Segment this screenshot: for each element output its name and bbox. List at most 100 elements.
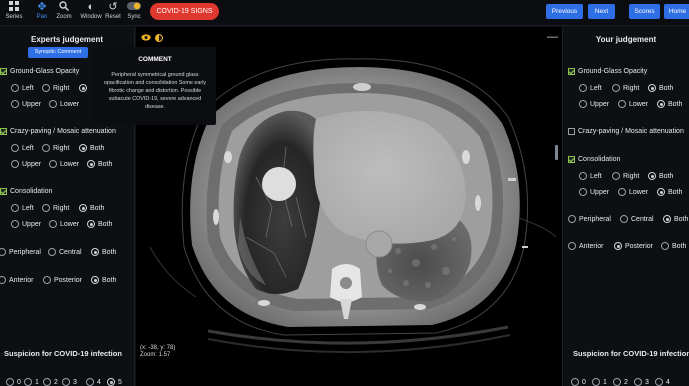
r-ap-both-radio[interactable]: Both (661, 242, 686, 250)
r-consol-right-radio[interactable]: Right (612, 172, 639, 180)
consolidation-checkbox[interactable]: Consolidation (0, 188, 52, 195)
consol-right-radio[interactable]: Right (42, 204, 69, 212)
r-score-2-radio[interactable]: 2 (613, 378, 628, 386)
r-posterior-radio[interactable]: Posterior (614, 242, 653, 250)
checkbox-checked-icon (0, 68, 7, 75)
posterior-radio[interactable]: Posterior (43, 276, 82, 284)
radio-empty-icon (579, 172, 587, 180)
radio-label: Left (22, 144, 34, 152)
r-central-radio[interactable]: Central (620, 215, 654, 223)
consol-both-radio[interactable]: Both (79, 204, 104, 212)
score-2-radio[interactable]: 2 (43, 378, 58, 386)
r-ggo-both2-radio[interactable]: Both (657, 100, 682, 108)
crazy-both-radio[interactable]: Both (79, 144, 104, 152)
consol-lower-radio[interactable]: Lower (49, 220, 79, 228)
radio-label: 4 (666, 378, 670, 386)
minimize-icon[interactable]: — (547, 31, 558, 43)
contrast-icon[interactable] (155, 34, 163, 42)
zoom-text: Zoom: 1.57 (140, 352, 171, 358)
r-ggo-both-radio[interactable]: Both (648, 84, 673, 92)
toggle-icon (122, 1, 146, 14)
consol-left-radio[interactable]: Left (11, 204, 34, 212)
r-score-3-radio[interactable]: 3 (634, 378, 649, 386)
r-consol-lower-radio[interactable]: Lower (618, 188, 648, 196)
consol-upper-radio[interactable]: Upper (11, 220, 41, 228)
r-ggo-right-radio[interactable]: Right (612, 84, 639, 92)
radio-label: Right (53, 84, 70, 92)
r-score-0-radio[interactable]: 0 (571, 378, 586, 386)
r-crazy-checkbox[interactable]: Crazy-paving / Mosaic attenuation (568, 128, 684, 135)
ap-both-radio[interactable]: Both (91, 276, 116, 284)
crazy-lower-radio[interactable]: Lower (49, 160, 79, 168)
radio-label: Upper (22, 220, 42, 228)
crazy-paving-label: Crazy-paving / Mosaic attenuation (10, 128, 116, 135)
crazy-upper-radio[interactable]: Upper (11, 160, 41, 168)
radio-label: 3 (73, 378, 77, 386)
radio-empty-icon (43, 378, 51, 386)
ggo-checkbox[interactable]: Ground-Glass Opacity (0, 68, 79, 75)
zoom-tool[interactable]: Zoom (52, 1, 76, 25)
ggo-right-radio[interactable]: Right (42, 84, 69, 92)
r-peripheral-radio[interactable]: Peripheral (568, 215, 611, 223)
r-ggo-lower-radio[interactable]: Lower (618, 100, 648, 108)
ggo-upper-radio[interactable]: Upper (11, 100, 41, 108)
r-consolidation-label: Consolidation (578, 156, 621, 163)
radio-label: Peripheral (579, 215, 611, 223)
zoom-label: Zoom (56, 14, 72, 20)
ggo-left-radio[interactable]: Left (11, 84, 34, 92)
crazy-left-radio[interactable]: Left (11, 144, 34, 152)
radio-empty-icon (620, 215, 628, 223)
suspicion-label: Suspicion for COVID-19 infection (4, 349, 122, 358)
radio-selected-icon (648, 84, 656, 92)
comment-popup: COMMENT Peripheral symmetrical ground gl… (94, 47, 216, 125)
pan-tool[interactable]: ✥ Pan (30, 1, 54, 25)
crazy-both2-radio[interactable]: Both (87, 160, 112, 168)
r-consol-both2-radio[interactable]: Both (657, 188, 682, 196)
scores-button[interactable]: Scores (629, 4, 660, 19)
sync-tool[interactable]: Sync (122, 1, 146, 25)
r-ggo-left-radio[interactable]: Left (579, 84, 602, 92)
radio-empty-icon (11, 100, 19, 108)
anterior-radio[interactable]: Anterior (0, 276, 34, 284)
radio-label: Both (98, 160, 113, 168)
r-consol-both-radio[interactable]: Both (648, 172, 673, 180)
radio-selected-icon (663, 215, 671, 223)
r-consolidation-checkbox[interactable]: Consolidation (568, 156, 620, 163)
ggo-lower-radio[interactable]: Lower (49, 100, 79, 108)
central-radio[interactable]: Central (48, 248, 82, 256)
score-1-radio[interactable]: 1 (24, 378, 39, 386)
score-0-radio[interactable]: 0 (6, 378, 21, 386)
radio-label: 4 (97, 378, 101, 386)
grid-icon (2, 1, 26, 14)
r-anterior-radio[interactable]: Anterior (568, 242, 604, 250)
crazy-right-radio[interactable]: Right (42, 144, 69, 152)
radio-selected-icon (657, 188, 665, 196)
r-ggo-upper-radio[interactable]: Upper (579, 100, 609, 108)
r-consol-left-radio[interactable]: Left (579, 172, 602, 180)
score-5-radio[interactable]: 5 (107, 378, 122, 386)
synoptic-comment-button[interactable]: Synoptic Comment (28, 47, 88, 58)
score-3-radio[interactable]: 3 (62, 378, 77, 386)
consol-both2-radio[interactable]: Both (87, 220, 112, 228)
home-button[interactable]: Home (664, 4, 689, 19)
r-consol-upper-radio[interactable]: Upper (579, 188, 609, 196)
covid-signs-button[interactable]: COVID-19 SIGNS (150, 3, 219, 20)
move-icon: ✥ (37, 1, 47, 13)
previous-button[interactable]: Previous (546, 4, 583, 19)
radio-empty-icon (613, 378, 621, 386)
ggo-both-radio[interactable] (79, 84, 90, 92)
eye-icon[interactable] (141, 34, 151, 41)
slice-scrollbar[interactable] (555, 145, 558, 160)
r-score-1-radio[interactable]: 1 (592, 378, 607, 386)
series-tool[interactable]: Series (2, 1, 26, 25)
pc-both-radio[interactable]: Both (91, 248, 116, 256)
r-score-4-radio[interactable]: 4 (655, 378, 670, 386)
score-4-radio[interactable]: 4 (86, 378, 101, 386)
r-ggo-checkbox[interactable]: Ground-Glass Opacity (568, 68, 647, 75)
next-button[interactable]: Next (588, 4, 615, 19)
radio-empty-icon (612, 172, 620, 180)
peripheral-radio[interactable]: Peripheral (0, 248, 41, 256)
r-pc-both-radio[interactable]: Both (663, 215, 688, 223)
radio-empty-icon (86, 378, 94, 386)
crazy-paving-checkbox[interactable]: Crazy-paving / Mosaic attenuation (0, 128, 116, 135)
